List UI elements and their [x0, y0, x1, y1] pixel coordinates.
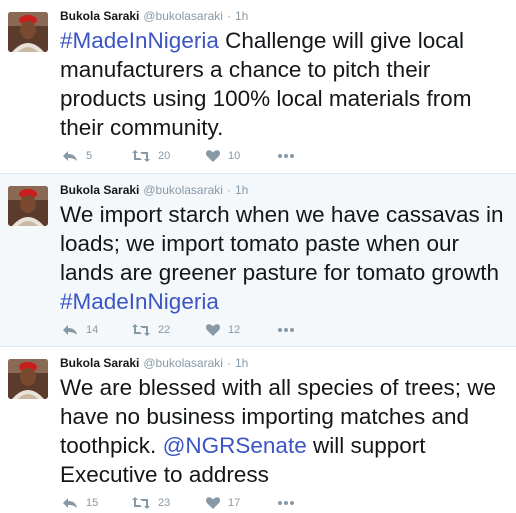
more-dots-icon — [278, 328, 294, 332]
retweet-count: 23 — [158, 497, 171, 509]
retweet-count: 22 — [158, 324, 171, 336]
more-button[interactable] — [278, 493, 294, 513]
reply-button[interactable]: 15 — [62, 493, 98, 513]
reply-count: 15 — [86, 497, 99, 509]
like-button[interactable]: 17 — [206, 493, 240, 513]
separator: · — [226, 183, 231, 197]
separator: · — [226, 9, 231, 23]
avatar-image — [8, 359, 48, 399]
author-name[interactable]: Bukola Saraki — [60, 9, 139, 23]
timestamp[interactable]: 1h — [235, 183, 248, 197]
like-count: 12 — [228, 324, 241, 336]
like-count: 10 — [228, 150, 241, 162]
avatar-image — [8, 12, 48, 52]
retweet-icon — [132, 324, 150, 336]
author-handle[interactable]: @bukolasaraki — [143, 9, 223, 23]
author-name[interactable]: Bukola Saraki — [60, 183, 139, 197]
retweet-count: 20 — [158, 150, 171, 162]
retweet-button[interactable]: 22 — [132, 320, 170, 340]
retweet-button[interactable]: 20 — [132, 146, 170, 166]
author-name[interactable]: Bukola Saraki — [60, 356, 139, 370]
mention-link[interactable]: @NGRSenate — [163, 433, 307, 458]
tweet-text: We import starch when we have cassavas i… — [60, 200, 510, 316]
reply-button[interactable]: 5 — [62, 146, 92, 166]
tweet[interactable]: Bukola Saraki @bukolasaraki · 1h #MadeInNig… — [0, 0, 516, 174]
more-dots-icon — [278, 501, 294, 505]
more-dots-icon — [278, 154, 294, 158]
avatar[interactable] — [8, 359, 48, 399]
like-count: 17 — [228, 497, 241, 509]
heart-icon — [206, 497, 220, 509]
avatar-image — [8, 186, 48, 226]
hashtag-link[interactable]: #MadeInNigeria — [60, 289, 219, 314]
more-button[interactable] — [278, 146, 294, 166]
tweet-header: Bukola Saraki @bukolasaraki · 1h — [60, 7, 248, 25]
tweet[interactable]: Bukola Saraki @bukolasaraki · 1h We are ble… — [0, 347, 516, 509]
reply-icon — [63, 498, 77, 508]
author-handle[interactable]: @bukolasaraki — [143, 356, 223, 370]
more-button[interactable] — [278, 320, 294, 340]
reply-icon — [63, 325, 77, 335]
reply-button[interactable]: 14 — [62, 320, 98, 340]
avatar[interactable] — [8, 186, 48, 226]
like-button[interactable]: 10 — [206, 146, 240, 166]
timestamp[interactable]: 1h — [235, 9, 248, 23]
retweet-icon — [132, 150, 150, 162]
reply-count: 14 — [86, 324, 99, 336]
retweet-button[interactable]: 23 — [132, 493, 170, 513]
avatar[interactable] — [8, 12, 48, 52]
heart-icon — [206, 324, 220, 336]
timestamp[interactable]: 1h — [235, 356, 248, 370]
like-button[interactable]: 12 — [206, 320, 240, 340]
tweet-header: Bukola Saraki @bukolasaraki · 1h — [60, 354, 248, 372]
tweet-text: #MadeInNigeria Challenge will give local… — [60, 26, 510, 142]
reply-icon — [63, 151, 77, 161]
tweet-text: We are blessed with all species of trees… — [60, 373, 510, 489]
reply-count: 5 — [86, 150, 93, 162]
tweet-header: Bukola Saraki @bukolasaraki · 1h — [60, 181, 248, 199]
tweet-text-segment: We import starch when we have cassavas i… — [60, 202, 504, 285]
tweet[interactable]: Bukola Saraki @bukolasaraki · 1h We import … — [0, 174, 516, 347]
separator: · — [226, 356, 231, 370]
author-handle[interactable]: @bukolasaraki — [143, 183, 223, 197]
retweet-icon — [132, 497, 150, 509]
heart-icon — [206, 150, 220, 162]
hashtag-link[interactable]: #MadeInNigeria — [60, 28, 219, 53]
